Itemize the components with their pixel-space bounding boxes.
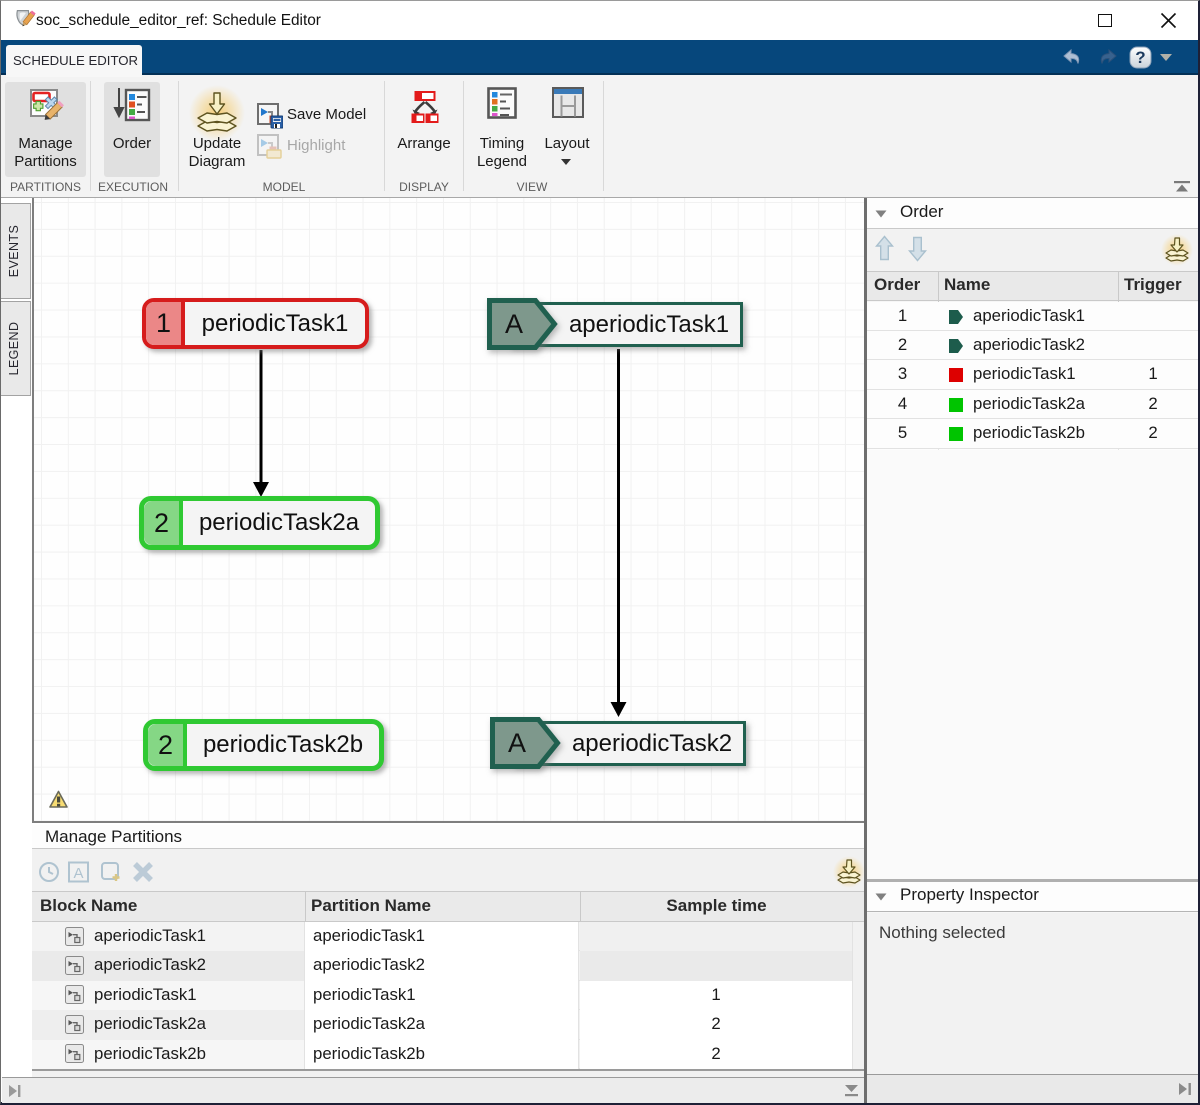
- svg-text:A: A: [505, 309, 523, 339]
- svg-text:A: A: [73, 865, 83, 882]
- svg-text:?: ?: [1135, 48, 1145, 67]
- svg-text:A: A: [508, 728, 526, 758]
